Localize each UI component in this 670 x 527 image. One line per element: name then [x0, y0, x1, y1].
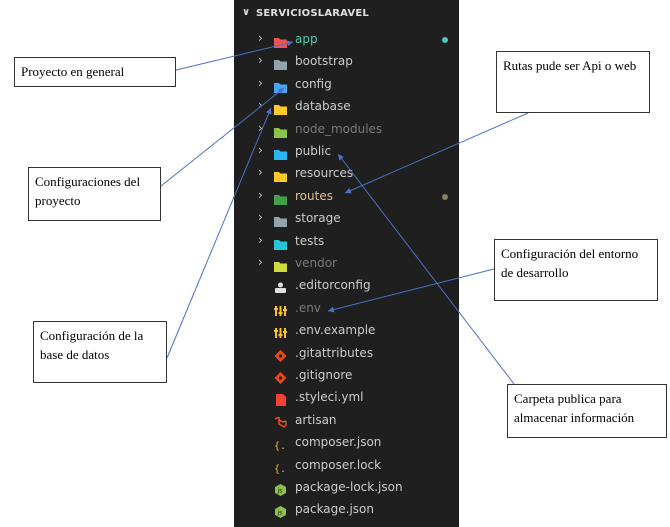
callout-proyecto: Proyecto en general	[14, 57, 176, 87]
arrow-entorno	[327, 268, 495, 313]
callout-entorno: Configuración del entorno de desarrollo	[494, 239, 658, 301]
arrow-publica	[337, 153, 515, 385]
callout-configuraciones: Configuraciones del proyecto	[28, 167, 161, 221]
arrow-rutas	[344, 112, 529, 194]
arrow-configuraciones	[160, 87, 285, 187]
arrow-base-datos	[166, 107, 272, 359]
callout-rutas: Rutas pude ser Api o web	[496, 51, 650, 113]
callout-base-datos: Configuración de la base de datos	[33, 321, 167, 383]
arrow-proyecto	[175, 40, 294, 71]
callout-publica: Carpeta publica para almacenar informaci…	[507, 384, 667, 438]
